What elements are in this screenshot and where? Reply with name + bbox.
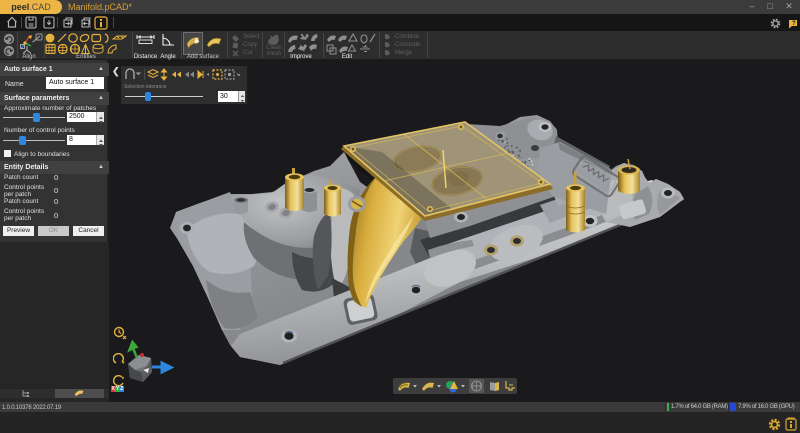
svg-text:?: ? [792,21,796,27]
